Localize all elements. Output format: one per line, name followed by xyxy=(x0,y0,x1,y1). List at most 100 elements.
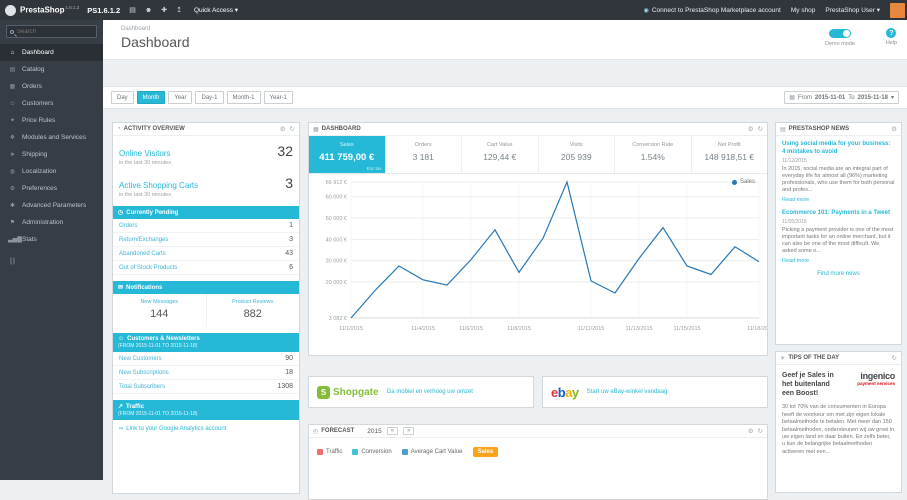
tips-refresh-icon[interactable]: ↻ xyxy=(892,354,897,362)
upgrade-icon[interactable]: ↥ xyxy=(176,6,182,14)
sidebar-item-label: Stats xyxy=(22,236,37,243)
total-subscribers-row[interactable]: Total Subscribers 1308 xyxy=(113,380,299,394)
kpi-net-profit[interactable]: Net Profit 148 918,51 € xyxy=(692,136,768,173)
forecast-year[interactable]: 2015 xyxy=(367,428,381,435)
sidebar: ⌂ Dashboard ▤ Catalog ▦ Orders ☺ Customers ✦… xyxy=(0,20,103,480)
find-more-news-link[interactable]: Find more news xyxy=(782,271,895,277)
add-product-icon[interactable]: ✚ xyxy=(161,6,167,14)
online-visitors-sub: in the last 30 minutes xyxy=(119,160,171,166)
customers-newsletters-range: (FROM 2015-11-01 TO 2015-11-18) xyxy=(118,343,198,349)
forecast-prev-button[interactable]: « xyxy=(386,427,399,435)
dashboard-config-icon[interactable]: ⚙ xyxy=(748,125,754,133)
search-input[interactable] xyxy=(17,28,89,35)
sidebar-item-modules[interactable]: ❖ Modules and Services xyxy=(0,129,103,146)
kpi-orders[interactable]: Orders 3 181 xyxy=(386,136,462,173)
sidebar-item-administration[interactable]: ⚑ Administration xyxy=(0,214,103,231)
sidebar-item-preferences[interactable]: ⚙ Preferences xyxy=(0,180,103,197)
sidebar-item-shipping[interactable]: ➤ Shipping xyxy=(0,146,103,163)
news-article-title[interactable]: Using social media for your business: 4 … xyxy=(782,141,895,156)
dashboard-panel-title: DASHBOARD xyxy=(321,126,361,132)
kpi-conversion-rate[interactable]: Conversion Rate 1.54% xyxy=(615,136,692,173)
sidebar-search[interactable] xyxy=(6,25,97,38)
sidebar-collapse-button[interactable]: || xyxy=(10,258,103,265)
sidebar-item-label: Catalog xyxy=(22,66,45,73)
forecast-legend-sales[interactable]: Sales xyxy=(472,447,499,457)
svg-text:30 000 €: 30 000 € xyxy=(326,259,347,265)
forecast-legend-average-cart-value[interactable]: Average Cart Value xyxy=(401,449,463,455)
range-year-1-button[interactable]: Year-1 xyxy=(263,91,293,104)
ingenico-logo: ingenico payment services xyxy=(857,371,895,398)
ebay-link[interactable]: Start uw eBay-winkel vandaag xyxy=(587,389,668,395)
tips-panel-title: TIPS OF THE DAY xyxy=(788,355,840,361)
activity-config-icon[interactable]: ⚙ xyxy=(280,125,286,133)
chart-legend[interactable]: Sales xyxy=(731,179,755,185)
forecast-config-icon[interactable]: ⚙ xyxy=(748,427,754,435)
activity-refresh-icon[interactable]: ↻ xyxy=(290,125,295,133)
customer-icon[interactable]: ☻ xyxy=(145,7,152,14)
range-month-1-button[interactable]: Month-1 xyxy=(226,91,261,104)
pending-returns-row[interactable]: Return/Exchanges 3 xyxy=(113,233,299,247)
pending-orders-row[interactable]: Orders 1 xyxy=(113,219,299,233)
user-avatar[interactable] xyxy=(890,2,905,18)
mail-icon: ✉ xyxy=(118,285,124,291)
sidebar-item-orders[interactable]: ▦ Orders xyxy=(0,78,103,95)
online-visitors-link[interactable]: Online Visitors xyxy=(119,149,170,158)
read-more-link[interactable]: Read more xyxy=(782,258,895,264)
range-month-button[interactable]: Month xyxy=(136,91,166,104)
dashboard-refresh-icon[interactable]: ↻ xyxy=(758,125,763,133)
new-messages-stat[interactable]: New Messages 144 xyxy=(113,294,206,327)
my-shop-link[interactable]: My shop xyxy=(791,7,816,14)
cart-icon[interactable]: ▤ xyxy=(129,6,136,14)
forecast-refresh-icon[interactable]: ↻ xyxy=(758,427,763,435)
abandoned-carts-row[interactable]: Abandoned Carts 43 xyxy=(113,247,299,261)
help-icon[interactable]: ? xyxy=(886,28,897,38)
news-article-title[interactable]: Ecommerce 101: Payments in a Tweet xyxy=(782,210,895,218)
tips-panel-header: ☀ TIPS OF THE DAY ↻ xyxy=(776,352,901,365)
sidebar-item-catalog[interactable]: ▤ Catalog xyxy=(0,61,103,78)
marketplace-link[interactable]: ◉ Connect to PrestaShop Marketplace accou… xyxy=(644,7,781,14)
notifications-stats: New Messages 144 Product Reviews 882 xyxy=(113,294,299,327)
forecast-legend-traffic[interactable]: Traffic xyxy=(317,449,342,455)
google-analytics-link[interactable]: ∞ Link to your Google Analytics account xyxy=(113,420,299,438)
sidebar-item-stats[interactable]: ▃▅▇ Stats xyxy=(0,231,103,248)
new-customers-row[interactable]: New Customers 90 xyxy=(113,352,299,366)
forecast-legend-conversion[interactable]: Conversion xyxy=(352,449,392,455)
activity-panel-header: ◔ ACTIVITY OVERVIEW ⚙ ↻ xyxy=(113,123,299,136)
shop-name-link[interactable]: PS1.6.1.2 xyxy=(87,6,120,15)
sidebar-item-localization[interactable]: ◍ Localization xyxy=(0,163,103,180)
kpi-cart-value[interactable]: Cart Value 129,44 € xyxy=(462,136,539,173)
date-to-label: To xyxy=(848,94,855,101)
active-carts-link[interactable]: Active Shopping Carts xyxy=(119,181,198,190)
sidebar-item-price-rules[interactable]: ✦ Price Rules xyxy=(0,112,103,129)
forecast-next-button[interactable]: » xyxy=(403,427,415,435)
dashboard-panel-icon: ▦ xyxy=(313,126,319,133)
range-day-button[interactable]: Day xyxy=(111,91,134,104)
out-of-stock-row[interactable]: Out of Stock Products 6 xyxy=(113,261,299,275)
kpi-sales[interactable]: Sales 411 759,00 € Exc tax xyxy=(309,136,386,173)
news-config-icon[interactable]: ⚙ xyxy=(891,125,897,133)
breadcrumb[interactable]: Dashboard xyxy=(121,26,150,32)
sidebar-item-label: Dashboard xyxy=(22,49,54,56)
user-menu[interactable]: PrestaShop User ▾ xyxy=(825,6,880,14)
range-year-button[interactable]: Year xyxy=(168,91,193,104)
catalog-icon: ▤ xyxy=(9,67,16,73)
sidebar-item-dashboard[interactable]: ⌂ Dashboard xyxy=(0,44,103,61)
kpi-visits[interactable]: Visits 205 939 xyxy=(539,136,615,173)
shopgate-icon: S xyxy=(317,385,330,399)
product-reviews-stat[interactable]: Product Reviews 882 xyxy=(205,294,300,327)
quick-access-menu[interactable]: Quick Access ▾ xyxy=(194,6,238,14)
new-subscriptions-row[interactable]: New Subscriptions 18 xyxy=(113,366,299,380)
active-carts-sub: in the last 30 minutes xyxy=(119,192,171,198)
news-article: Using social media for your business: 4 … xyxy=(782,141,895,203)
date-range-picker[interactable]: ▦ From 2015-11-01 To 2015-11-18 ▾ xyxy=(784,91,899,104)
shopgate-link[interactable]: Ga mobiel en verhoog uw omzet xyxy=(387,389,473,395)
read-more-link[interactable]: Read more xyxy=(782,197,895,203)
news-article-excerpt: Picking a payment provider is one of the… xyxy=(782,227,894,255)
demo-mode-toggle[interactable] xyxy=(829,29,852,38)
sidebar-item-advanced-parameters[interactable]: ✱ Advanced Parameters xyxy=(0,197,103,214)
range-day-1-button[interactable]: Day-1 xyxy=(195,91,224,104)
topbar-right: ◉ Connect to PrestaShop Marketplace accou… xyxy=(644,2,907,18)
brand-text: PrestaShop xyxy=(20,5,65,15)
conversion-swatch xyxy=(352,449,359,455)
sidebar-item-customers[interactable]: ☺ Customers xyxy=(0,95,103,112)
